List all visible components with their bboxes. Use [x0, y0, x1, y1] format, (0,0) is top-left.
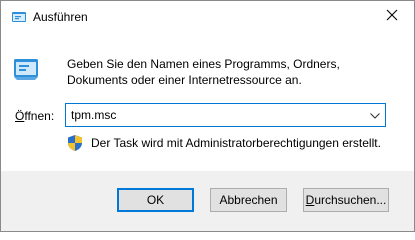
admin-notice: Der Task wird mit Administratorberechtig…	[91, 136, 381, 150]
chevron-down-icon	[370, 108, 380, 122]
window-title: Ausführen	[33, 10, 88, 24]
button-bar: OK Abbrechen Durchsuchen...	[1, 171, 414, 231]
description-line: Geben Sie den Namen eines Programms, Ord…	[67, 57, 340, 71]
cancel-button[interactable]: Abbrechen	[210, 188, 287, 212]
open-label-mnemonic: Ö	[15, 109, 25, 123]
close-icon	[386, 9, 398, 24]
command-combobox[interactable]: tpm.msc	[65, 103, 386, 127]
browse-button[interactable]: Durchsuchen...	[303, 188, 389, 212]
browse-label: urchsuchen...	[314, 193, 387, 207]
title-bar[interactable]: Ausführen	[1, 1, 414, 33]
command-input[interactable]: tpm.msc	[71, 108, 116, 122]
open-label-text: ffnen:	[24, 109, 55, 123]
description-text: Geben Sie den Namen eines Programms, Ord…	[67, 56, 387, 88]
run-app-icon	[11, 9, 27, 25]
uac-shield-icon	[67, 134, 83, 152]
open-label: Öffnen:	[15, 109, 54, 123]
ok-button[interactable]: OK	[117, 188, 194, 212]
run-dialog: Ausführen Geben Sie den Namen eines Prog…	[0, 0, 415, 232]
run-program-icon	[11, 53, 41, 83]
dropdown-button[interactable]	[365, 104, 385, 126]
close-button[interactable]	[370, 1, 414, 31]
browse-mnemonic: D	[305, 193, 315, 207]
description-line: Dokuments oder einer Internetressource a…	[67, 73, 302, 87]
